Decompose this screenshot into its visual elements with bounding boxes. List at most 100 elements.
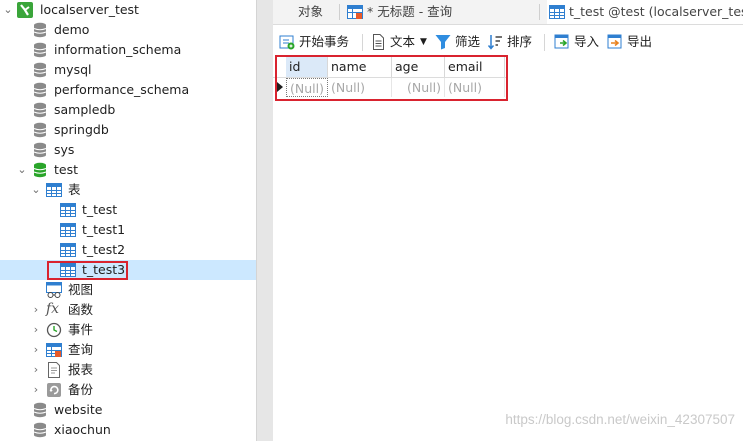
tree-label: information_schema (54, 42, 182, 57)
table-group-icon (46, 182, 62, 198)
tree-label: website (54, 402, 103, 417)
tree-table-t-test1[interactable]: t_test1 (0, 220, 256, 240)
tab-label: * 无标题 - 查询 (367, 4, 453, 19)
view-icon (46, 282, 62, 298)
database-icon (32, 122, 48, 138)
chevron-down-icon[interactable]: ⌄ (2, 0, 14, 20)
table-icon (60, 222, 76, 238)
button-label: 筛选 (455, 34, 481, 49)
tree-label: demo (54, 22, 90, 37)
query-icon (46, 342, 62, 358)
editor-pane: 对象 * 无标题 - 查询 t_test @test (localserver_… (273, 0, 743, 441)
tree-group-functions[interactable]: › fx 函数 (0, 300, 256, 320)
transaction-icon (279, 34, 295, 50)
tree-label: performance_schema (54, 82, 190, 97)
database-icon (32, 22, 48, 38)
tree-group-reports[interactable]: › 报表 (0, 360, 256, 380)
chevron-right-icon[interactable]: › (30, 380, 42, 400)
tree-connection-localserver-test[interactable]: ⌄ localserver_test (0, 0, 256, 20)
tree-label: t_test (82, 202, 118, 217)
tree-label: sys (54, 142, 75, 157)
tree-table-t-test2[interactable]: t_test2 (0, 240, 256, 260)
tree-label: 事件 (68, 322, 94, 337)
database-open-icon (32, 162, 48, 178)
connection-icon (17, 2, 33, 18)
export-icon (607, 34, 623, 50)
database-icon (32, 422, 48, 438)
tab-label: t_test @test (localserver_tes... (569, 4, 743, 19)
selection-highlight-box (47, 261, 128, 280)
chevron-right-icon[interactable]: › (30, 360, 42, 380)
toolbar-divider (544, 34, 545, 51)
clock-icon (46, 322, 62, 338)
button-label: 文本 (390, 34, 416, 49)
tree-db-xiaochun[interactable]: xiaochun (0, 420, 256, 440)
tree-label: 报表 (68, 362, 94, 377)
tree-label: t_test2 (82, 242, 126, 257)
import-button[interactable]: 导入 (554, 30, 602, 54)
chevron-down-icon[interactable]: ⌄ (30, 180, 42, 200)
tree-label: test (54, 162, 79, 177)
tab-bar: 对象 * 无标题 - 查询 t_test @test (localserver_… (273, 0, 743, 25)
tree-db-demo[interactable]: demo (0, 20, 256, 40)
tree-group-backups[interactable]: › 备份 (0, 380, 256, 400)
button-label: 导入 (574, 34, 600, 49)
filter-icon (435, 34, 451, 50)
query-icon (347, 4, 363, 20)
tree-label: t_test1 (82, 222, 126, 237)
tree-group-views[interactable]: 视图 (0, 280, 256, 300)
chevron-right-icon[interactable]: › (30, 340, 42, 360)
database-icon (32, 142, 48, 158)
tab-divider (339, 4, 340, 20)
tree-label: localserver_test (40, 2, 139, 17)
tree-db-mysql[interactable]: mysql (0, 60, 256, 80)
chevron-right-icon[interactable]: › (30, 300, 42, 320)
data-grid: id name age email (Null) (Null) (Null) (… (273, 55, 743, 441)
navigation-tree: ⌄ localserver_test demo information_sche… (0, 0, 256, 441)
tree-db-website[interactable]: website (0, 400, 256, 420)
tree-label: springdb (54, 122, 109, 137)
chevron-right-icon[interactable]: › (30, 320, 42, 340)
tree-group-events[interactable]: › 事件 (0, 320, 256, 340)
tree-label: 查询 (68, 342, 94, 357)
tree-label: 备份 (68, 382, 94, 397)
grid-toolbar: 开始事务 文本 ▼ 筛选 排序 导入 导出 (273, 30, 743, 54)
tree-label: sampledb (54, 102, 116, 117)
tree-label: 表 (68, 182, 81, 197)
filter-button[interactable]: 筛选 (435, 30, 483, 54)
tree-db-performance-schema[interactable]: performance_schema (0, 80, 256, 100)
import-icon (554, 34, 570, 50)
database-icon (32, 42, 48, 58)
tree-table-t-test[interactable]: t_test (0, 200, 256, 220)
toolbar-divider (362, 34, 363, 51)
pane-splitter[interactable] (256, 0, 273, 441)
database-icon (32, 82, 48, 98)
begin-transaction-button[interactable]: 开始事务 (279, 30, 359, 54)
chevron-down-icon[interactable]: ⌄ (16, 160, 28, 180)
export-button[interactable]: 导出 (607, 30, 655, 54)
tree-group-queries[interactable]: › 查询 (0, 340, 256, 360)
tab-query[interactable]: * 无标题 - 查询 (347, 0, 537, 24)
tree-group-tables[interactable]: ⌄ 表 (0, 180, 256, 200)
sort-button[interactable]: 排序 (487, 30, 535, 54)
tree-db-test[interactable]: ⌄ test (0, 160, 256, 180)
tree-db-springdb[interactable]: springdb (0, 120, 256, 140)
grid-highlight-box (275, 55, 508, 101)
table-icon (549, 4, 565, 20)
button-label: 开始事务 (299, 34, 350, 49)
tree-label: mysql (54, 62, 92, 77)
tree-db-sys[interactable]: sys (0, 140, 256, 160)
button-label: 导出 (627, 34, 653, 49)
tab-table-t-test[interactable]: t_test @test (localserver_tes... (547, 0, 743, 24)
tab-label: 对象 (298, 4, 324, 19)
function-icon: fx (46, 301, 60, 317)
table-icon (60, 242, 76, 258)
tree-table-t-test3[interactable]: t_test3 (0, 260, 256, 280)
tree-db-sampledb[interactable]: sampledb (0, 100, 256, 120)
backup-icon (46, 382, 62, 398)
tree-db-information-schema[interactable]: information_schema (0, 40, 256, 60)
database-icon (32, 102, 48, 118)
text-button[interactable]: 文本 ▼ (370, 30, 430, 54)
watermark: https://blog.csdn.net/weixin_42307507 (505, 412, 735, 427)
tree-label: 函数 (68, 302, 94, 317)
